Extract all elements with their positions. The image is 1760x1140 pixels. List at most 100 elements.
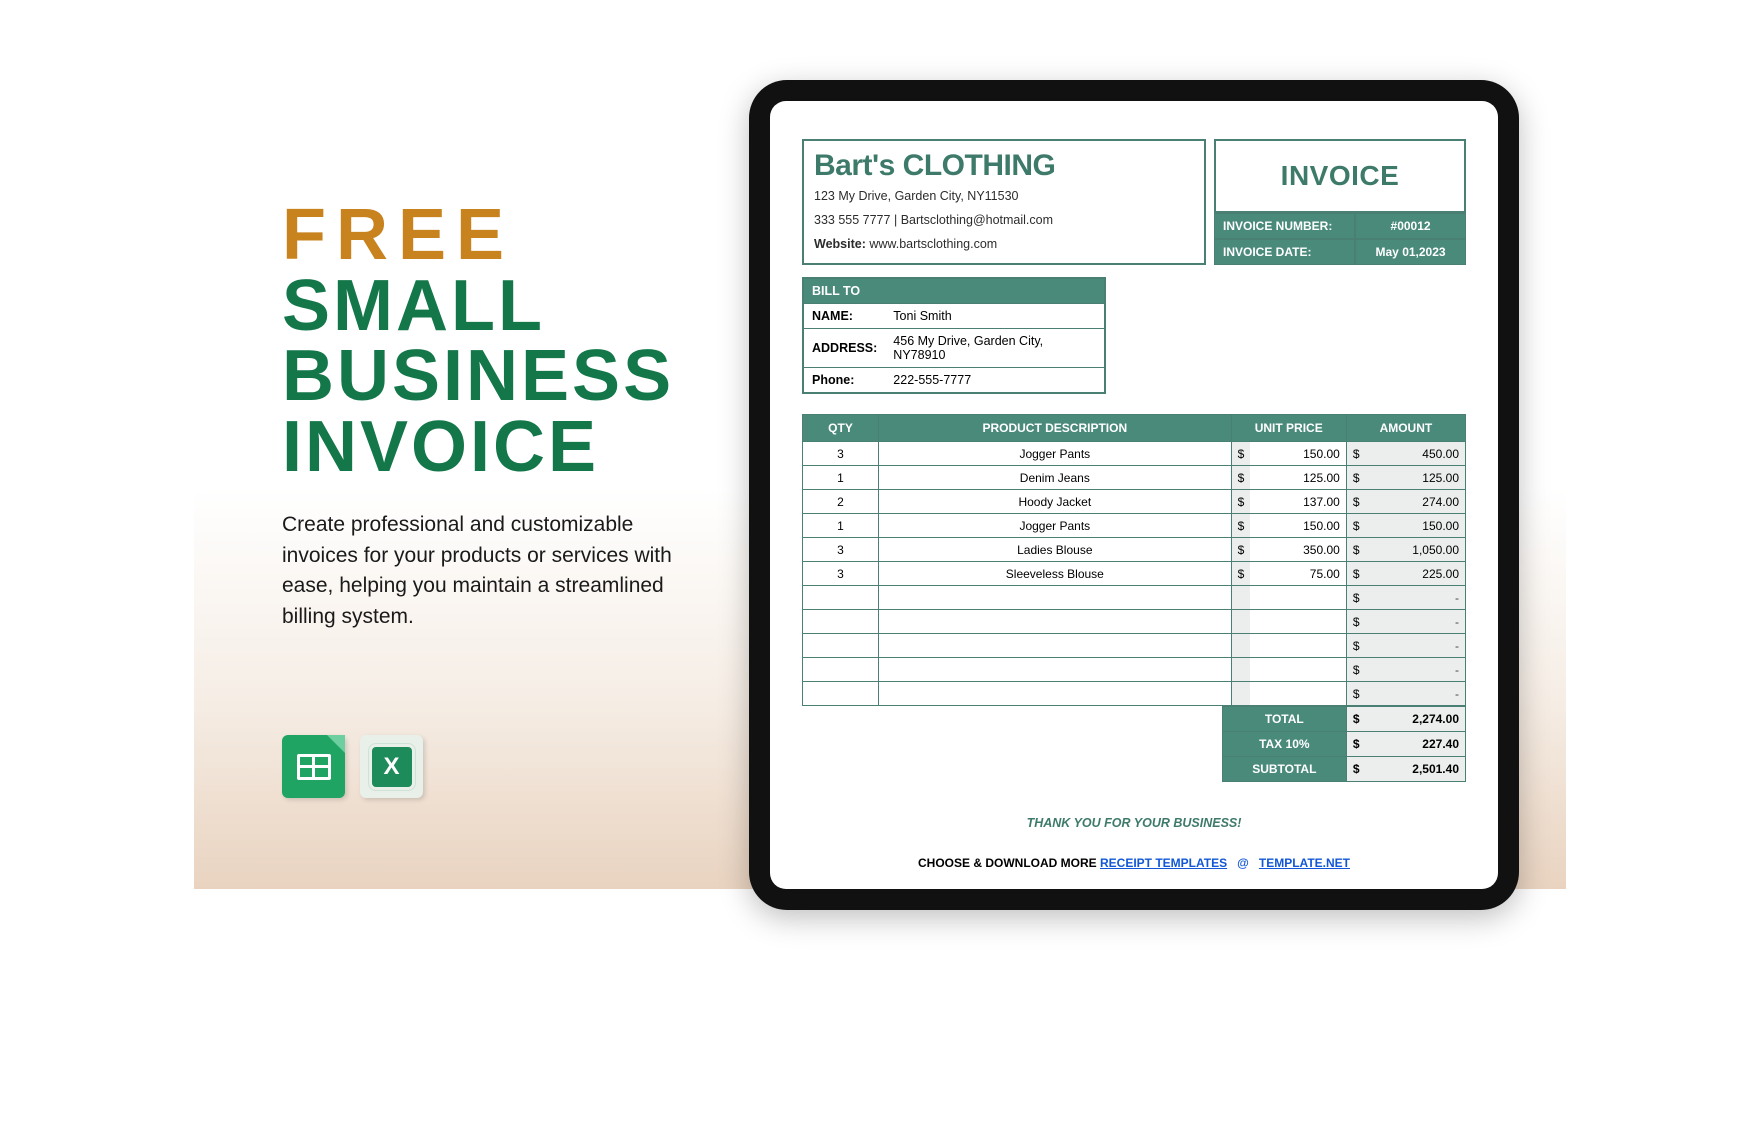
bill-address-label: ADDRESS: xyxy=(804,329,885,368)
cell-desc: Jogger Pants xyxy=(879,514,1232,538)
website-label: Website: xyxy=(814,237,866,251)
cell-amount: - xyxy=(1366,610,1466,634)
cell-unit-price xyxy=(1250,658,1346,682)
company-contact: 333 555 7777 | Bartsclothing@hotmail.com xyxy=(814,213,1194,227)
cell-qty: 3 xyxy=(803,538,879,562)
total-value: 2,274.00 xyxy=(1366,707,1466,732)
cell-unit-currency xyxy=(1231,658,1250,682)
cell-unit-price: 150.00 xyxy=(1250,514,1346,538)
table-row: $- xyxy=(803,586,1466,610)
table-row: 3Sleeveless Blouse$75.00$225.00 xyxy=(803,562,1466,586)
cell-amount-currency: $ xyxy=(1346,538,1365,562)
cell-amount-currency: $ xyxy=(1346,562,1365,586)
google-sheets-icon xyxy=(282,735,345,798)
cell-amount-currency: $ xyxy=(1346,634,1365,658)
footer-link-2[interactable]: TEMPLATE.NET xyxy=(1259,856,1350,870)
promo-subtext: Create professional and customizable inv… xyxy=(282,510,712,632)
thank-you-text: THANK YOU FOR YOUR BUSINESS! xyxy=(802,816,1466,830)
bill-to-header: BILL TO xyxy=(804,279,1104,303)
company-address: 123 My Drive, Garden City, NY11530 xyxy=(814,189,1194,203)
promo-free-word: FREE xyxy=(282,195,514,275)
cell-amount: 1,050.00 xyxy=(1366,538,1466,562)
cell-unit-price: 125.00 xyxy=(1250,466,1346,490)
cell-desc: Ladies Blouse xyxy=(879,538,1232,562)
cell-unit-price xyxy=(1250,682,1346,706)
cell-unit-price xyxy=(1250,634,1346,658)
total-label: TOTAL xyxy=(1222,707,1346,732)
cell-unit-currency: $ xyxy=(1231,442,1250,466)
cell-amount-currency: $ xyxy=(1346,466,1365,490)
cell-qty: 1 xyxy=(803,514,879,538)
footer-line: CHOOSE & DOWNLOAD MORE RECEIPT TEMPLATES… xyxy=(802,856,1466,870)
footer-link-1[interactable]: RECEIPT TEMPLATES xyxy=(1100,856,1227,870)
cell-desc: Jogger Pants xyxy=(879,442,1232,466)
bill-address-value: 456 My Drive, Garden City, NY78910 xyxy=(885,329,1104,368)
col-desc: PRODUCT DESCRIPTION xyxy=(879,415,1232,442)
table-row: 2Hoody Jacket$137.00$274.00 xyxy=(803,490,1466,514)
cell-unit-currency: $ xyxy=(1231,538,1250,562)
table-row: 1Denim Jeans$125.00$125.00 xyxy=(803,466,1466,490)
cell-qty: 3 xyxy=(803,562,879,586)
tablet-frame: Bart's CLOTHING 123 My Drive, Garden Cit… xyxy=(749,80,1519,910)
cell-unit-currency: $ xyxy=(1231,466,1250,490)
cell-desc xyxy=(879,610,1232,634)
cell-qty xyxy=(803,682,879,706)
cell-desc: Hoody Jacket xyxy=(879,490,1232,514)
tax-label: TAX 10% xyxy=(1222,732,1346,757)
table-row: 3Ladies Blouse$350.00$1,050.00 xyxy=(803,538,1466,562)
promo-title: FREE SMALL BUSINESS INVOICE xyxy=(282,200,712,482)
cell-qty xyxy=(803,586,879,610)
table-row: $- xyxy=(803,682,1466,706)
invoice-document: Bart's CLOTHING 123 My Drive, Garden Cit… xyxy=(770,101,1498,889)
cell-unit-price: 350.00 xyxy=(1250,538,1346,562)
table-row: 3Jogger Pants$150.00$450.00 xyxy=(803,442,1466,466)
col-amount: AMOUNT xyxy=(1346,415,1465,442)
cell-amount: 450.00 xyxy=(1366,442,1466,466)
cell-qty: 2 xyxy=(803,490,879,514)
cell-amount: 125.00 xyxy=(1366,466,1466,490)
cell-amount-currency: $ xyxy=(1346,682,1365,706)
company-website-line: Website: www.bartsclothing.com xyxy=(814,237,1194,251)
cell-unit-currency xyxy=(1231,610,1250,634)
cell-unit-currency: $ xyxy=(1231,490,1250,514)
cell-desc xyxy=(879,658,1232,682)
line-items-table: QTY PRODUCT DESCRIPTION UNIT PRICE AMOUN… xyxy=(802,414,1466,706)
cell-amount-currency: $ xyxy=(1346,514,1365,538)
col-unit: UNIT PRICE xyxy=(1231,415,1346,442)
cell-unit-currency: $ xyxy=(1231,562,1250,586)
subtotal-label: SUBTOTAL xyxy=(1222,757,1346,782)
cell-desc: Denim Jeans xyxy=(879,466,1232,490)
cell-qty: 1 xyxy=(803,466,879,490)
footer-prefix: CHOOSE & DOWNLOAD MORE xyxy=(918,856,1100,870)
cell-unit-currency xyxy=(1231,682,1250,706)
bill-phone-label: Phone: xyxy=(804,368,885,393)
invoice-number-value: #00012 xyxy=(1355,213,1466,239)
invoice-date-label: INVOICE DATE: xyxy=(1214,239,1355,265)
cell-qty xyxy=(803,658,879,682)
table-row: 1Jogger Pants$150.00$150.00 xyxy=(803,514,1466,538)
cell-qty xyxy=(803,610,879,634)
col-qty: QTY xyxy=(803,415,879,442)
table-row: $- xyxy=(803,634,1466,658)
cell-unit-currency: $ xyxy=(1231,514,1250,538)
company-email: Bartsclothing@hotmail.com xyxy=(901,213,1053,227)
cell-amount-currency: $ xyxy=(1346,442,1365,466)
cell-amount-currency: $ xyxy=(1346,490,1365,514)
cell-amount: - xyxy=(1366,586,1466,610)
company-name: Bart's CLOTHING xyxy=(814,149,1194,183)
totals-block: TOTAL $ 2,274.00 TAX 10% $ 227.40 SUBTOT… xyxy=(802,706,1466,782)
currency-symbol: $ xyxy=(1346,707,1365,732)
cell-qty: 3 xyxy=(803,442,879,466)
subtotal-value: 2,501.40 xyxy=(1366,757,1466,782)
cell-qty xyxy=(803,634,879,658)
cell-amount: - xyxy=(1366,682,1466,706)
promo-block: FREE SMALL BUSINESS INVOICE Create profe… xyxy=(282,200,712,632)
excel-icon: X xyxy=(360,735,423,798)
cell-amount: 225.00 xyxy=(1366,562,1466,586)
format-icons: X xyxy=(282,735,423,798)
currency-symbol: $ xyxy=(1346,732,1365,757)
cell-desc xyxy=(879,682,1232,706)
bill-name-value: Toni Smith xyxy=(885,304,1104,329)
cell-unit-price: 150.00 xyxy=(1250,442,1346,466)
bill-phone-value: 222-555-7777 xyxy=(885,368,1104,393)
